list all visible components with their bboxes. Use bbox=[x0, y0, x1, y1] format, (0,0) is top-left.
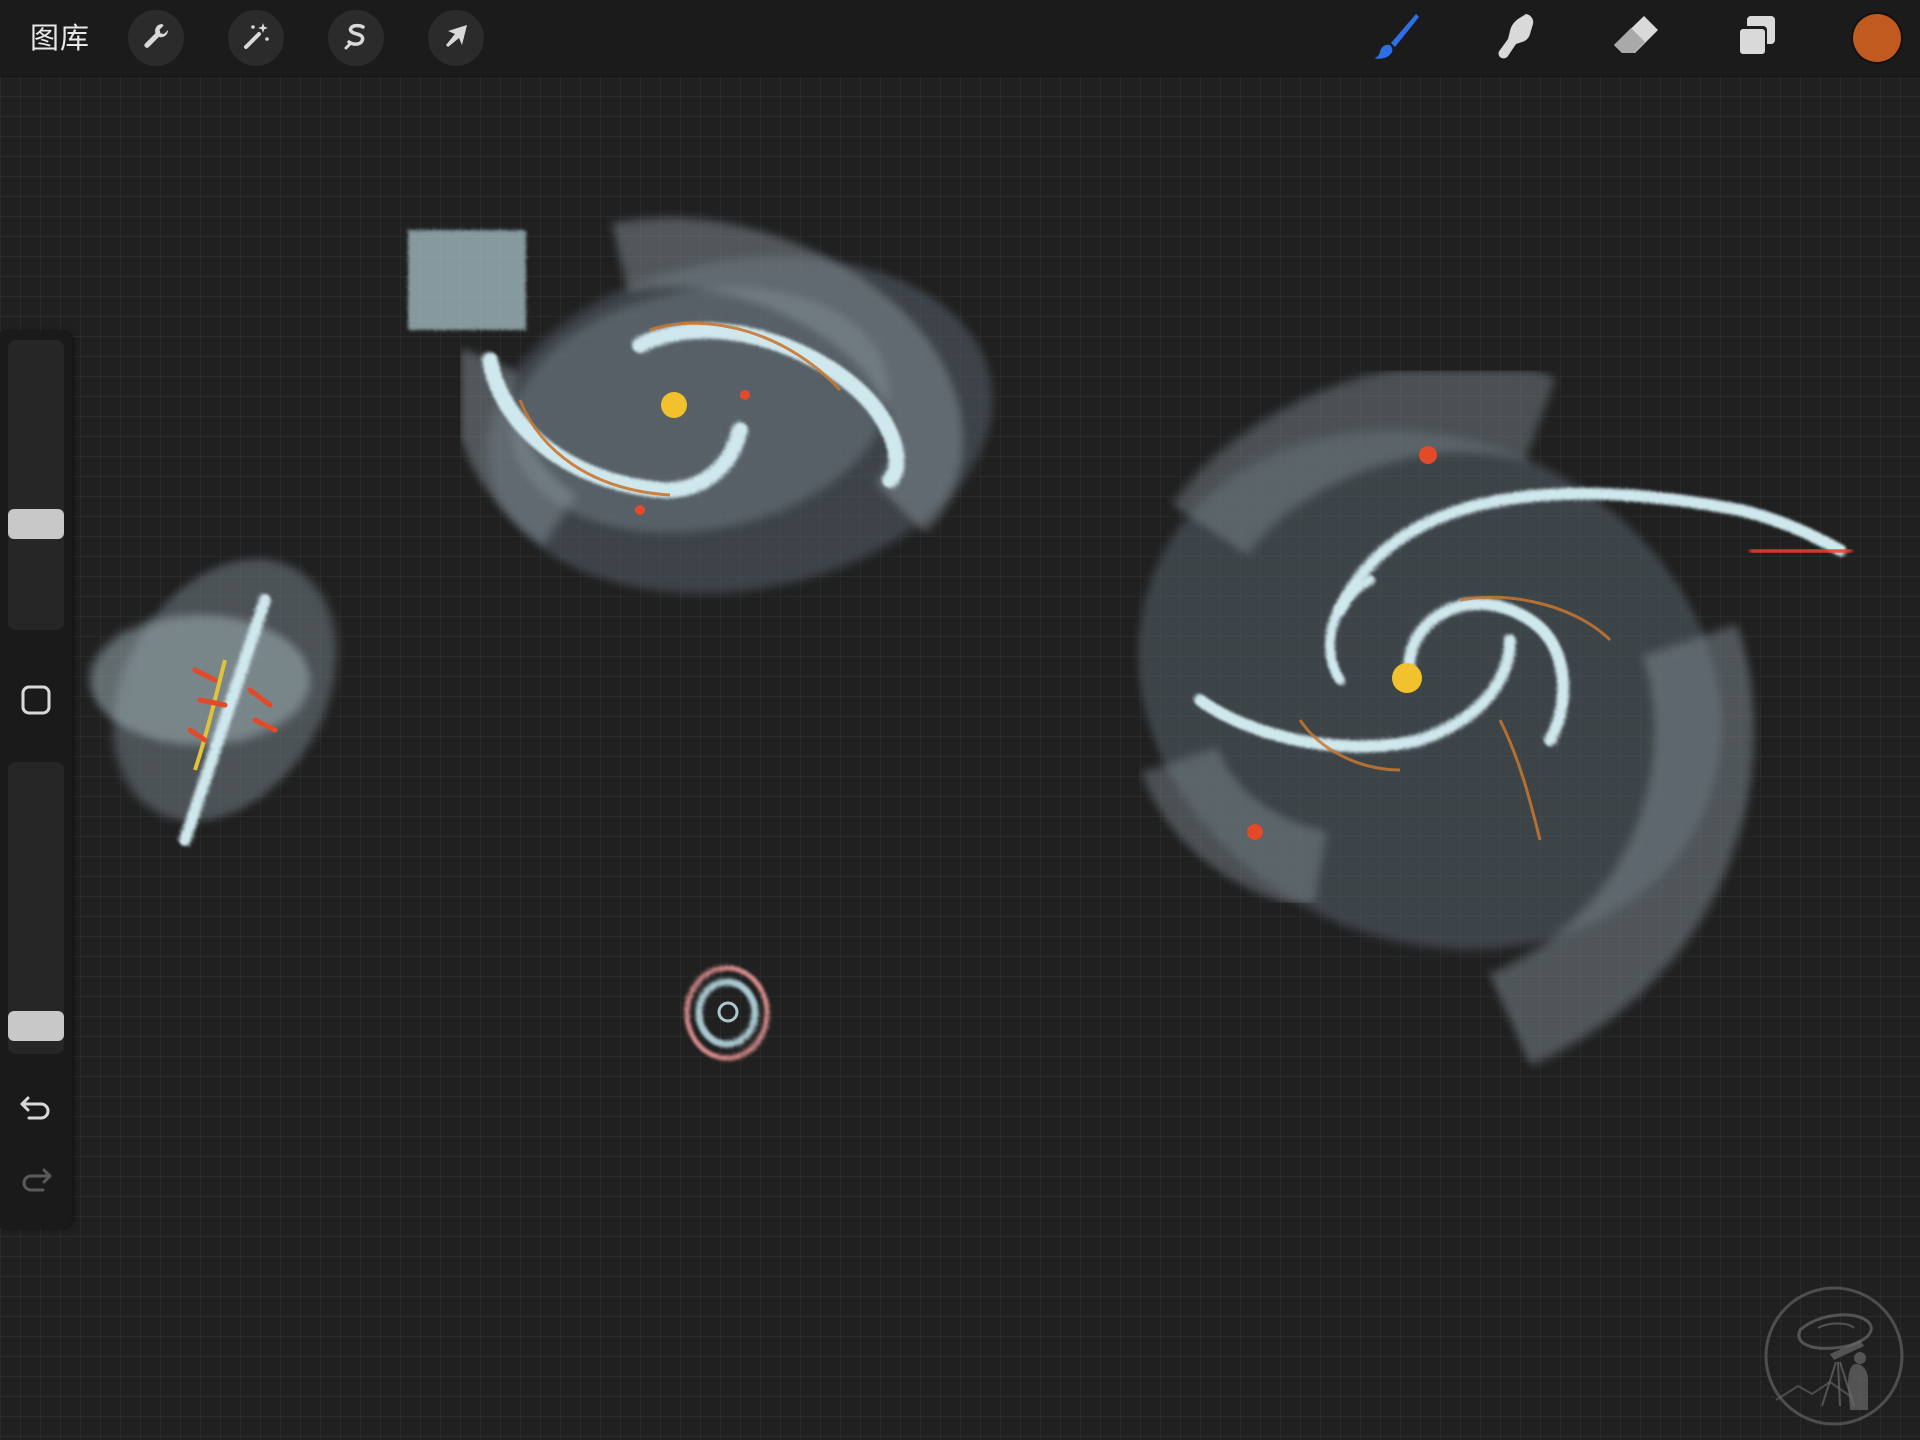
top-toolbar: 图库 bbox=[0, 0, 1920, 76]
brush-tool-button[interactable] bbox=[1366, 10, 1426, 66]
adjustments-button[interactable] bbox=[228, 10, 284, 66]
undo-button[interactable] bbox=[16, 1090, 56, 1130]
opacity-thumb[interactable] bbox=[8, 1011, 64, 1041]
brush-size-slider[interactable] bbox=[8, 340, 64, 630]
opacity-slider[interactable] bbox=[8, 762, 64, 1054]
galaxy-right bbox=[1138, 362, 1852, 1066]
brush-icon bbox=[1369, 9, 1423, 67]
galaxy-small-ring bbox=[684, 965, 770, 1061]
selection-s-icon bbox=[339, 19, 373, 57]
layers-icon bbox=[1733, 13, 1779, 63]
modify-button[interactable] bbox=[18, 684, 54, 720]
procreate-app: 图库 bbox=[0, 0, 1920, 1440]
undo-arrow-icon bbox=[19, 1093, 53, 1127]
actions-button[interactable] bbox=[128, 10, 184, 66]
brush-size-thumb[interactable] bbox=[8, 509, 64, 539]
color-picker-button[interactable] bbox=[1853, 14, 1901, 62]
redo-button[interactable] bbox=[16, 1162, 56, 1202]
arrow-cursor-icon bbox=[440, 20, 472, 56]
smudge-tool-button[interactable] bbox=[1486, 10, 1546, 66]
layers-tool-button[interactable] bbox=[1726, 10, 1786, 66]
square-modify-icon bbox=[20, 684, 52, 720]
brush-sidebar bbox=[0, 332, 72, 1228]
gallery-button[interactable]: 图库 bbox=[30, 16, 90, 60]
galaxy-left bbox=[90, 558, 337, 846]
artwork bbox=[90, 217, 1852, 1066]
eraser-icon bbox=[1611, 13, 1661, 63]
smudge-finger-icon bbox=[1492, 11, 1540, 65]
eraser-tool-button[interactable] bbox=[1606, 10, 1666, 66]
magic-wand-icon bbox=[239, 19, 273, 57]
galaxy-top bbox=[408, 217, 993, 594]
selection-button[interactable] bbox=[328, 10, 384, 66]
drawing-canvas[interactable] bbox=[0, 76, 1920, 1440]
astronomer-telescope-galaxy-icon bbox=[1760, 1282, 1908, 1430]
wrench-icon bbox=[140, 20, 172, 56]
redo-arrow-icon bbox=[19, 1165, 53, 1199]
transform-button[interactable] bbox=[428, 10, 484, 66]
